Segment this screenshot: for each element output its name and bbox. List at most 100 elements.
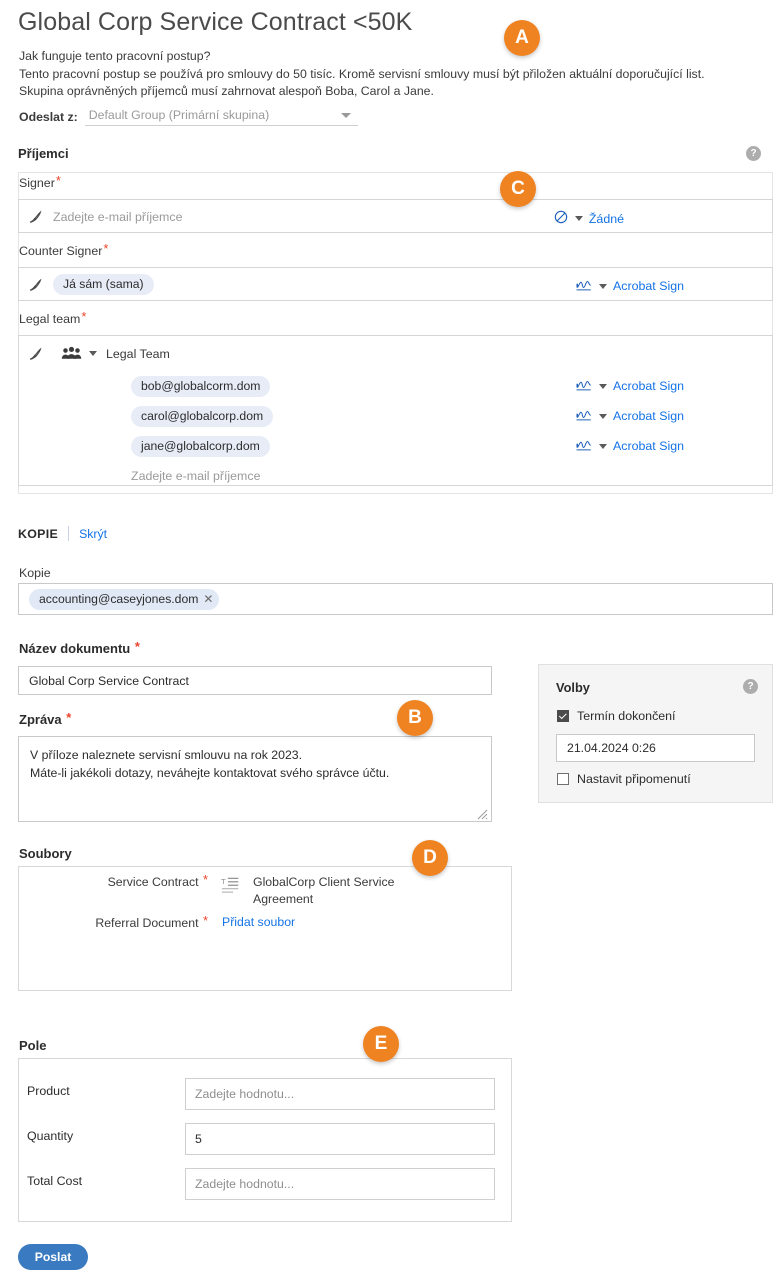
cc-toggle-link[interactable]: Skrýt bbox=[79, 527, 107, 541]
send-from-value: Default Group (Primární skupina) bbox=[88, 108, 270, 122]
reminder-checkbox-row[interactable]: Nastavit připomenutí bbox=[557, 772, 691, 786]
counter-signer-role-label: Acrobat Sign bbox=[613, 279, 684, 293]
reminder-label: Nastavit připomenutí bbox=[577, 772, 691, 786]
signature-icon bbox=[575, 407, 593, 425]
message-label: Zpráva * bbox=[19, 710, 72, 727]
workflow-form-page: Global Corp Service Contract <50K Jak fu… bbox=[0, 0, 782, 1280]
deadline-date-input[interactable]: 21.04.2024 0:26 bbox=[556, 734, 755, 762]
counter-signer-chip[interactable]: Já sám (sama) bbox=[53, 274, 154, 295]
document-name-value: Global Corp Service Contract bbox=[29, 673, 189, 688]
legal-team-label-text: Legal team bbox=[19, 312, 81, 326]
legal-team-label: Legal team* bbox=[19, 309, 87, 326]
workflow-description: Jak funguje tento pracovní postup? Tento… bbox=[19, 48, 749, 101]
cc-input[interactable]: accounting@caseyjones.dom ✕ bbox=[18, 583, 773, 615]
signer-row[interactable]: Zadejte e-mail příjemce Žádné bbox=[18, 199, 773, 233]
signer-label: Signer* bbox=[19, 173, 61, 190]
member-role-selector[interactable]: Acrobat Sign bbox=[575, 437, 684, 455]
counter-signer-row[interactable]: Já sám (sama) Acrobat Sign bbox=[18, 267, 773, 301]
files-row: Service Contract * T GlobalCorp Client S… bbox=[18, 872, 512, 908]
cc-section-header: KOPIE Skrýt bbox=[18, 526, 107, 541]
annotation-badge-e: E bbox=[363, 1026, 399, 1062]
legal-team-member-row[interactable]: bob@globalcorm.dom Acrobat Sign bbox=[19, 371, 772, 401]
member-email-chip[interactable]: jane@globalcorp.dom bbox=[131, 435, 270, 457]
member-email-chip[interactable]: bob@globalcorm.dom bbox=[131, 375, 271, 397]
required-marker: * bbox=[55, 173, 61, 188]
files-row: Referral Document * Přidat soubor bbox=[18, 913, 512, 930]
file-row-label: Service Contract * bbox=[18, 872, 208, 889]
no-entry-icon bbox=[553, 209, 569, 228]
field-input-product[interactable]: Zadejte hodnotu... bbox=[185, 1078, 495, 1110]
send-from-select[interactable]: Default Group (Primární skupina) bbox=[84, 107, 358, 126]
member-role-label: Acrobat Sign bbox=[613, 379, 684, 393]
member-role-selector[interactable]: Acrobat Sign bbox=[575, 377, 684, 395]
chevron-down-icon bbox=[340, 112, 351, 118]
legal-team-group-box: Legal Team bob@globalcorm.dom Acrobat Si… bbox=[18, 335, 773, 486]
file-row-label-text: Service Contract bbox=[107, 875, 199, 889]
options-title: Volby bbox=[556, 680, 590, 695]
chevron-down-icon bbox=[599, 383, 608, 389]
legal-team-add-member-row[interactable]: Zadejte e-mail příjemce bbox=[19, 461, 772, 491]
cc-email-chip[interactable]: accounting@caseyjones.dom ✕ bbox=[29, 588, 220, 610]
fields-section-title: Pole bbox=[19, 1038, 47, 1053]
divider bbox=[68, 526, 70, 541]
annotation-badge-d: D bbox=[412, 840, 448, 876]
field-input-quantity[interactable]: 5 bbox=[185, 1123, 495, 1155]
chevron-down-icon bbox=[599, 443, 608, 449]
add-file-link[interactable]: Přidat soubor bbox=[222, 915, 295, 929]
member-role-label: Acrobat Sign bbox=[613, 439, 684, 453]
svg-text:T: T bbox=[221, 877, 226, 886]
text-document-icon: T bbox=[208, 874, 253, 895]
workflow-description-text: Tento pracovní postup se používá pro sml… bbox=[19, 66, 705, 99]
field-label: Quantity bbox=[27, 1129, 74, 1143]
required-marker: * bbox=[103, 241, 109, 256]
required-marker: * bbox=[202, 872, 208, 887]
field-label: Product bbox=[27, 1084, 70, 1098]
cc-field-label: Kopie bbox=[19, 566, 51, 580]
files-section-title: Soubory bbox=[19, 846, 72, 861]
message-textarea[interactable]: V příloze naleznete servisní smlouvu na … bbox=[18, 736, 492, 822]
annotation-badge-c: C bbox=[500, 171, 536, 207]
required-marker: * bbox=[134, 639, 140, 654]
deadline-checkbox[interactable] bbox=[557, 710, 569, 722]
document-name-label: Název dokumentu * bbox=[19, 639, 140, 656]
deadline-checkbox-row[interactable]: Termín dokončení bbox=[557, 709, 676, 723]
legal-team-email-input[interactable]: Zadejte e-mail příjemce bbox=[131, 469, 260, 483]
document-name-input[interactable]: Global Corp Service Contract bbox=[18, 666, 492, 695]
close-icon[interactable]: ✕ bbox=[203, 592, 213, 606]
submit-button[interactable]: Poslat bbox=[18, 1244, 88, 1270]
counter-signer-role-selector[interactable]: Acrobat Sign bbox=[575, 277, 684, 295]
page-title: Global Corp Service Contract <50K bbox=[18, 8, 413, 36]
cc-email-chip-label: accounting@caseyjones.dom bbox=[39, 591, 199, 606]
deadline-date-value: 21.04.2024 0:26 bbox=[567, 741, 656, 755]
legal-team-group-row[interactable]: Legal Team bbox=[19, 336, 772, 371]
options-panel: Volby ? Termín dokončení 21.04.2024 0:26… bbox=[538, 664, 773, 803]
signature-icon bbox=[575, 277, 593, 295]
legal-team-member-row[interactable]: jane@globalcorp.dom Acrobat Sign bbox=[19, 431, 772, 461]
file-row-label: Referral Document * bbox=[18, 913, 208, 930]
help-circle-icon[interactable]: ? bbox=[743, 679, 758, 694]
message-label-text: Zpráva bbox=[19, 712, 62, 727]
counter-signer-label-text: Counter Signer bbox=[19, 244, 103, 258]
legal-team-group-name: Legal Team bbox=[106, 346, 170, 361]
chevron-down-icon[interactable] bbox=[89, 351, 97, 356]
member-role-label: Acrobat Sign bbox=[613, 409, 684, 423]
document-name-label-text: Název dokumentu bbox=[19, 641, 131, 656]
annotation-badge-a: A bbox=[504, 20, 540, 56]
signature-icon bbox=[575, 377, 593, 395]
member-email-chip[interactable]: carol@globalcorp.dom bbox=[131, 405, 274, 427]
send-from-row: Odeslat z: Default Group (Primární skupi… bbox=[19, 107, 358, 126]
chevron-down-icon bbox=[599, 413, 608, 419]
legal-team-member-row[interactable]: carol@globalcorp.dom Acrobat Sign bbox=[19, 401, 772, 431]
resize-grip-icon[interactable] bbox=[476, 808, 488, 820]
file-name[interactable]: GlobalCorp Client Service Agreement bbox=[253, 874, 411, 908]
required-marker: * bbox=[81, 309, 87, 324]
annotation-badge-b: B bbox=[397, 700, 433, 736]
field-input-total-cost[interactable]: Zadejte hodnotu... bbox=[185, 1168, 495, 1200]
field-label: Total Cost bbox=[27, 1174, 83, 1188]
required-marker: * bbox=[66, 710, 72, 725]
signer-role-selector[interactable]: Žádné bbox=[553, 209, 624, 228]
reminder-checkbox[interactable] bbox=[557, 773, 569, 785]
member-role-selector[interactable]: Acrobat Sign bbox=[575, 407, 684, 425]
help-circle-icon[interactable]: ? bbox=[746, 146, 761, 161]
signer-email-input[interactable]: Zadejte e-mail příjemce bbox=[53, 210, 182, 224]
